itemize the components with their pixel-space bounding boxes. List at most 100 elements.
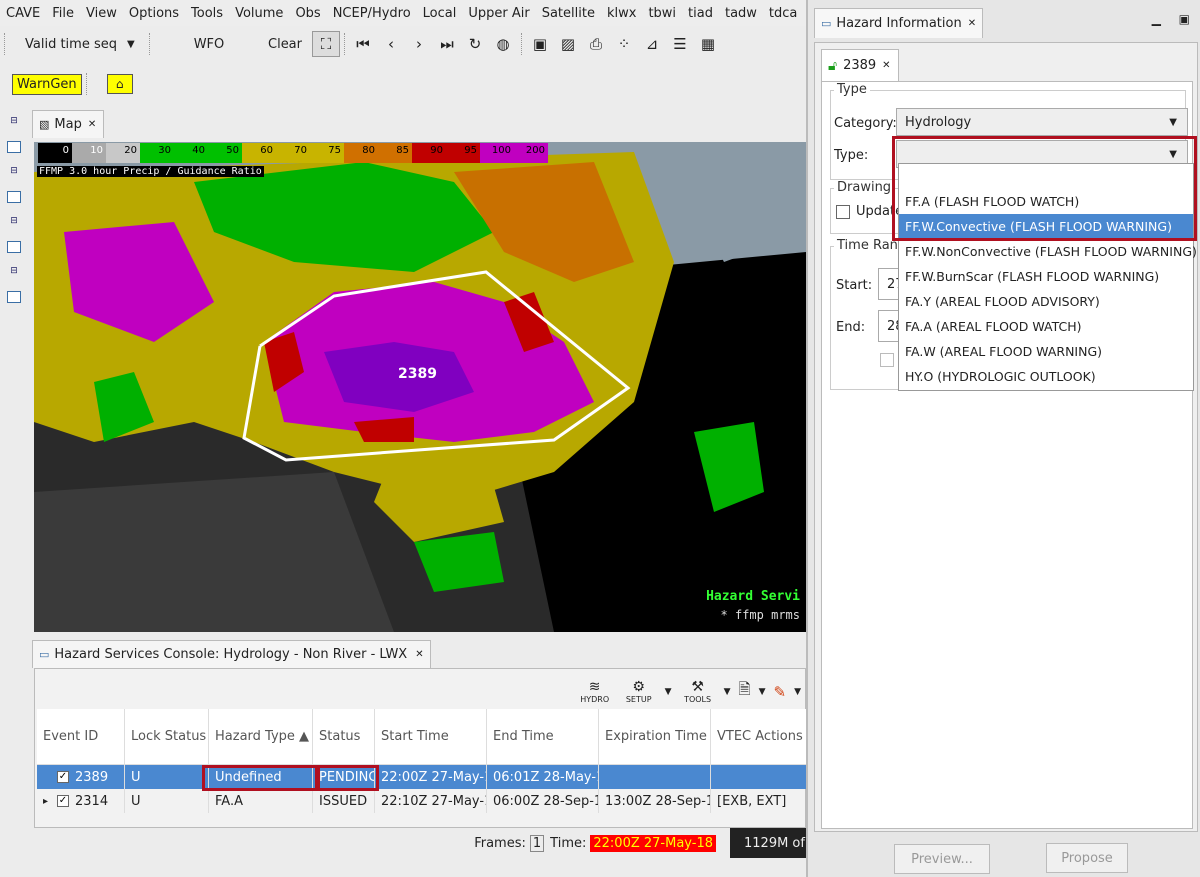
image-properties-icon[interactable]: ▨ <box>554 31 582 57</box>
menu-item[interactable]: tdca <box>763 6 803 21</box>
menu-item[interactable]: File <box>46 6 80 21</box>
menu-item[interactable]: CAVE <box>0 6 46 21</box>
type-option[interactable]: HY.O (HYDROLOGIC OUTLOOK) <box>899 364 1193 389</box>
row-checkbox[interactable]: ✓ <box>57 795 69 807</box>
hydro-tool-button[interactable]: ≋ HYDRO <box>577 679 613 704</box>
minimize-icon[interactable]: ▁ <box>1152 12 1161 26</box>
minimized-view-icon[interactable] <box>7 291 21 303</box>
column-header[interactable]: Expiration Time <box>599 709 711 764</box>
legend-cell: 75 <box>310 143 344 163</box>
cell-end: 06:00Z 28-Sep-18 <box>487 789 599 813</box>
type-option[interactable]: FF.W.NonConvective (FLASH FLOOD WARNING) <box>899 239 1197 264</box>
propose-button[interactable]: Propose <box>1046 843 1128 873</box>
menu-item[interactable]: View <box>80 6 123 21</box>
type-option[interactable]: FA.A (AREAL FLOOD WATCH) <box>899 314 1193 339</box>
map-canvas <box>34 142 806 632</box>
restore-view-icon[interactable]: ⊟ <box>7 266 21 278</box>
chevron-down-icon[interactable]: ▼ <box>724 687 731 697</box>
wfo-combo[interactable]: WFO <box>154 37 264 52</box>
last-frame-icon[interactable]: ⏭ <box>433 31 461 57</box>
image-combine-icon[interactable]: ▣ <box>526 31 554 57</box>
menu-item[interactable]: tiad <box>682 6 719 21</box>
tab-map[interactable]: ▧ Map ✕ <box>32 110 104 138</box>
row-checkbox[interactable]: ✓ <box>57 771 69 783</box>
hazard-services-icon[interactable]: ⌂ <box>106 74 133 94</box>
menu-item[interactable]: Options <box>123 6 185 21</box>
close-icon[interactable]: ✕ <box>415 649 423 660</box>
restore-view-icon[interactable]: ⊟ <box>7 216 21 228</box>
valid-time-combo[interactable]: Valid time seq ▼ <box>25 37 145 52</box>
pencil-icon[interactable]: ✎ <box>774 683 787 701</box>
setup-tool-button[interactable]: ⚙ SETUP <box>621 679 657 704</box>
menu-item[interactable]: Volume <box>229 6 289 21</box>
preview-button[interactable]: Preview... <box>894 844 990 874</box>
menu-item[interactable]: Satellite <box>536 6 601 21</box>
polygon-label[interactable]: 2389 <box>398 366 437 382</box>
menu-item[interactable]: Upper Air <box>462 6 535 21</box>
close-icon[interactable]: ✕ <box>882 60 890 71</box>
points-icon[interactable]: ⁘ <box>610 31 638 57</box>
table-row[interactable]: ✓2389UUndefinedPENDING22:00Z 27-May-1806… <box>37 765 806 789</box>
column-header[interactable]: End Time <box>487 709 599 764</box>
close-icon[interactable]: ✕ <box>968 18 976 29</box>
chevron-down-icon[interactable]: ▼ <box>794 687 801 697</box>
console-toolbar: ≋ HYDRO ⚙ SETUP ▼ ⚒ TOOLS ▼ 🗎 ▼ ✎ ▼ <box>577 679 801 704</box>
toolbar-separator <box>85 73 87 95</box>
menu-item[interactable]: klwx <box>601 6 642 21</box>
toolbar-secondary: WarnGen ⌂ <box>0 68 806 100</box>
column-header[interactable]: Status <box>313 709 375 764</box>
menu-item[interactable]: Local <box>417 6 463 21</box>
chevron-down-icon[interactable]: ▼ <box>759 687 766 697</box>
table-row[interactable]: ▸✓ 2314 U FA.A ISSUED 22:10Z 27-May-18 06:00Z … <box>37 789 806 813</box>
column-header[interactable]: Event ID <box>37 709 125 764</box>
column-header[interactable]: Hazard Type ▲ <box>209 709 313 764</box>
loop-icon[interactable]: ↻ <box>461 31 489 57</box>
clear-button[interactable]: Clear <box>268 37 308 52</box>
restore-view-icon[interactable]: ⊟ <box>7 166 21 178</box>
tab-event-2389[interactable]: 🔓︎ 2389 ✕ <box>821 49 899 81</box>
expand-icon[interactable]: ▸ <box>43 796 57 807</box>
column-header[interactable]: Lock Status <box>125 709 209 764</box>
cell-lock: U <box>125 765 209 789</box>
wfo-label: WFO <box>193 36 225 52</box>
close-icon[interactable]: ✕ <box>88 119 96 130</box>
first-frame-icon[interactable]: ⏮ <box>349 31 377 57</box>
menu-item[interactable]: tadw <box>719 6 763 21</box>
until-checkbox[interactable] <box>880 352 894 367</box>
legend-cell: 60 <box>242 143 276 163</box>
minimized-view-icon[interactable] <box>7 191 21 203</box>
prev-frame-icon[interactable]: ‹ <box>377 31 405 57</box>
menu-item[interactable]: Tools <box>185 6 229 21</box>
update-checkbox[interactable] <box>836 204 850 219</box>
column-header[interactable]: VTEC Actions <box>711 709 806 764</box>
type-option[interactable]: FA.W (AREAL FLOOD WARNING) <box>899 339 1193 364</box>
tab-console[interactable]: ▭ Hazard Services Console: Hydrology - N… <box>32 640 431 668</box>
type-option[interactable]: FF.W.BurnScar (FLASH FLOOD WARNING) <box>899 264 1193 289</box>
baselines-icon[interactable]: ⊿ <box>638 31 666 57</box>
column-header[interactable]: Start Time <box>375 709 487 764</box>
category-select[interactable]: Hydrology ▼ <box>896 108 1188 136</box>
menu-item[interactable]: Obs <box>289 6 326 21</box>
document-icon[interactable]: 🗎 <box>739 679 751 704</box>
chevron-down-icon[interactable]: ▼ <box>665 687 672 697</box>
menu-item[interactable]: tbwi <box>642 6 682 21</box>
zoom-extent-icon[interactable]: ⛶ <box>312 31 340 57</box>
print-icon[interactable]: ⎙ <box>582 31 610 57</box>
tab-hazard-information[interactable]: ▭ Hazard Information ✕ <box>814 8 984 38</box>
menu-item[interactable]: NCEP/Hydro <box>327 6 417 21</box>
chevron-down-icon: ▼ <box>1169 116 1177 128</box>
minimized-view-icon[interactable] <box>7 241 21 253</box>
loop-properties-icon[interactable]: ◍ <box>489 31 517 57</box>
four-panel-icon[interactable]: ▦ <box>694 31 722 57</box>
chevron-down-icon: ▼ <box>126 38 135 50</box>
warngen-button[interactable]: WarnGen <box>12 73 82 95</box>
type-option[interactable]: FA.Y (AREAL FLOOD ADVISORY) <box>899 289 1193 314</box>
tools-tool-button[interactable]: ⚒ TOOLS <box>680 679 716 704</box>
status-bar: Frames: 1 Time: 22:00Z 27-May-18 <box>0 828 806 858</box>
maximize-icon[interactable]: ▣ <box>1179 12 1190 26</box>
map-display[interactable]: 0 10 20 30 40 50 60 70 75 80 85 90 95 100 200 FFMP 3.0… <box>34 142 806 632</box>
minimized-view-icon[interactable] <box>7 141 21 153</box>
restore-view-icon[interactable]: ⊟ <box>7 116 21 128</box>
next-frame-icon[interactable]: › <box>405 31 433 57</box>
panel-layout-icon[interactable]: ☰ <box>666 31 694 57</box>
